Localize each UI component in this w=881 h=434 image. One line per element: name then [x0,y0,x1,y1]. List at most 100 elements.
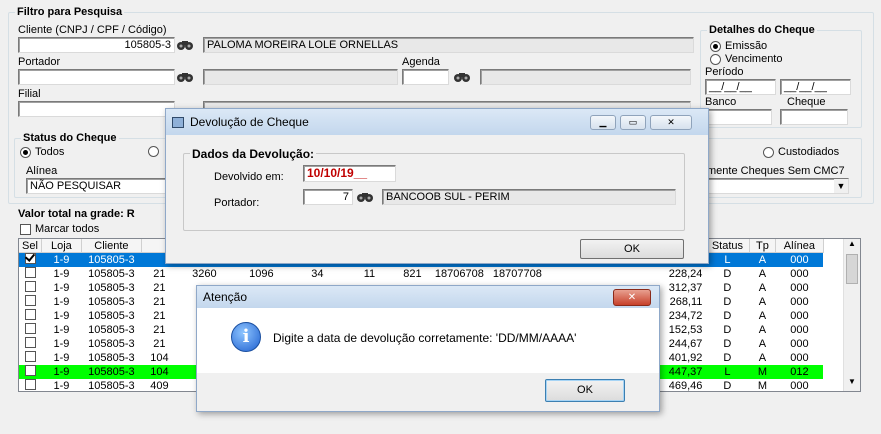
grid-cell-status: D [723,337,732,350]
grid-cell-status: D [723,309,732,322]
devolucao-title: Devolução de Cheque [190,115,309,129]
periodo-to-input[interactable]: __/__/__ [780,79,851,95]
banco-input[interactable] [705,109,772,125]
grid-cell-tp: A [758,351,767,364]
cmc7-select[interactable]: ▼ [707,178,849,194]
maximize-button[interactable]: ▭ [620,115,646,130]
grid-column-header[interactable]: Status [705,239,750,253]
grid-cell-c1: 21 [153,323,166,336]
grid-column-header[interactable]: Cliente [81,239,142,253]
devolucao-group-title: Dados da Devolução: [190,147,317,161]
binoculars-icon [177,73,193,82]
grid-cell-alinea: 000 [790,323,809,336]
emissao-radio[interactable]: Emissão [710,40,767,52]
grid-column-header[interactable]: Tp [749,239,776,253]
grid-column-header[interactable]: Alínea [775,239,824,253]
grid-cell-alinea: 000 [790,281,809,294]
portador-search-button[interactable] [175,69,195,85]
row-select-checkbox[interactable] [19,351,41,365]
alinea-label: Alínea [26,165,58,177]
grid-cell-cliente: 105805-3 [88,379,135,392]
cliente-label: Cliente (CNPJ / CPF / Código) [18,24,167,36]
periodo-label: Período [705,66,744,78]
scroll-down-icon[interactable]: ▼ [844,377,860,391]
grid-cell-c3: 1096 [249,267,274,280]
devolucao-titlebar[interactable]: Devolução de Cheque ▁ ▭ ✕ [166,109,708,135]
row-select-checkbox[interactable] [19,379,41,391]
grid-cell-cliente: 105805-3 [81,365,142,379]
grid-cell-loja: 1-9 [41,365,82,379]
grid-cell-cliente: 105805-3 [88,337,135,350]
grid-cell-cliente: 105805-3 [88,267,135,280]
cheque-label: Cheque [787,96,826,108]
grid-cell-c1: 21 [153,337,166,350]
grid-cell-tp: A [758,309,767,322]
grid-cell-status: L [705,252,750,267]
devolvido-input[interactable]: 10/10/19__ [303,165,396,182]
vencimento-radio[interactable]: Vencimento [710,53,782,65]
grid-cell-status: L [705,365,750,379]
cmc7-label: mente Cheques Sem CMC7 [707,165,845,177]
row-select-checkbox[interactable] [19,365,42,379]
chevron-down-icon: ▼ [834,179,848,193]
grid-scrollbar[interactable]: ▲ ▼ [843,239,860,391]
atencao-message: Digite a data de devolução corretamente:… [273,331,577,345]
grid-cell-alinea: 000 [790,309,809,322]
grid-column-header[interactable]: Sel [19,239,42,253]
alinea-select[interactable]: NÃO PESQUISAR [26,178,171,194]
marcar-todos-checkbox[interactable]: Marcar todos [20,223,99,235]
grid-cell-cliente: 105805-3 [88,351,135,364]
row-select-checkbox[interactable] [19,252,42,267]
row-select-checkbox[interactable] [19,309,41,323]
grid-cell-tp: A [758,281,767,294]
atencao-close-button[interactable]: ✕ [613,289,651,306]
valor-total-label: Valor total na grade: R [18,208,135,220]
binoculars-icon [357,193,373,202]
table-row[interactable]: 1-9 105805-3 21 3260 1096 34 11 821 18706708 1870… [19,267,823,281]
scroll-up-icon[interactable]: ▲ [844,239,860,253]
cliente-input[interactable]: 105805-3 [18,37,175,53]
periodo-from-input[interactable]: __/__/__ [705,79,776,95]
grid-cell-tp: A [758,267,767,280]
close-button[interactable]: ✕ [650,115,692,130]
portador-dlg-search-button[interactable] [355,189,375,205]
todos-radio[interactable]: Todos [20,146,64,158]
cliente-search-button[interactable] [175,37,195,53]
atencao-titlebar[interactable]: Atenção ✕ [197,286,659,308]
binoculars-icon [177,41,193,50]
custodiados-radio[interactable]: Custodiados [763,146,839,158]
grid-cell-c8: 18707708 [492,267,542,280]
grid-cell-status: D [723,281,732,294]
grid-cell-c6: 821 [403,267,422,280]
atencao-title: Atenção [203,290,248,304]
grid-cell-cliente: 105805-3 [81,252,142,267]
info-icon: i [231,322,261,352]
grid-cell-tp: M [749,365,776,379]
grid-cell-alinea: 000 [790,295,809,308]
grid-cell-tp: M [757,379,767,392]
portador-name-field [203,69,398,85]
scroll-thumb[interactable] [846,254,858,284]
cheque-input[interactable] [780,109,848,125]
portador-input[interactable] [18,69,175,85]
binoculars-icon [454,73,470,82]
agenda-search-button[interactable] [452,69,472,85]
grid-column-header[interactable]: Loja [41,239,82,253]
minimize-button[interactable]: ▁ [590,115,616,130]
status-radio-hidden[interactable] [148,146,159,157]
filial-input[interactable] [18,101,175,117]
row-select-checkbox[interactable] [19,323,41,337]
devolucao-ok-button[interactable]: OK [580,239,684,259]
agenda-input[interactable] [402,69,449,85]
row-select-checkbox[interactable] [19,267,41,281]
portador-code-input[interactable]: 7 [303,189,353,205]
grid-cell-c5: 11 [363,267,376,280]
row-select-checkbox[interactable] [19,281,41,295]
row-select-checkbox[interactable] [19,295,41,309]
agenda-label: Agenda [402,56,440,68]
atencao-ok-button[interactable]: OK [545,379,625,402]
grid-cell-cliente: 105805-3 [88,295,135,308]
row-select-checkbox[interactable] [19,337,41,351]
status-group-title: Status do Cheque [21,132,119,144]
grid-cell-status: D [723,323,732,336]
